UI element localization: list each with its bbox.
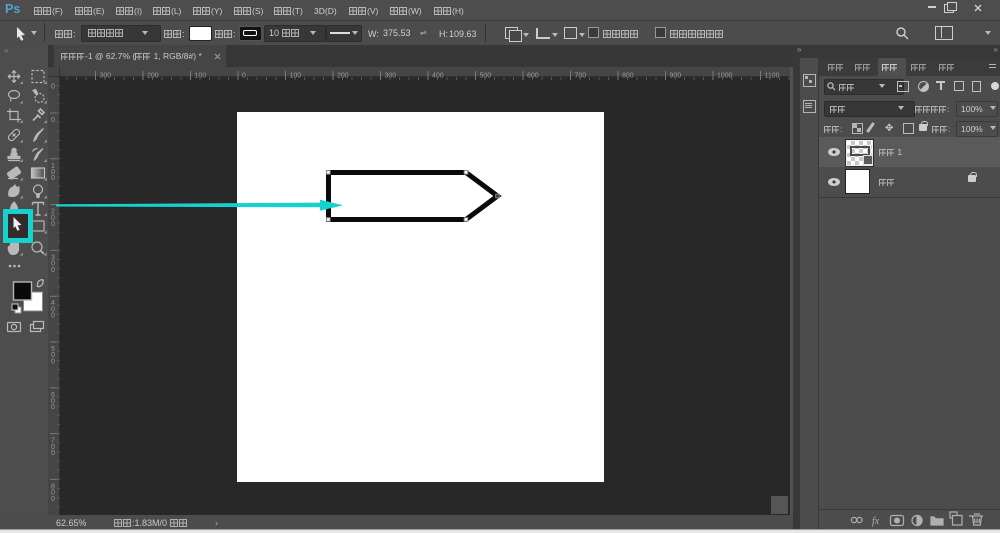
svg-text:fx: fx [872,516,880,527]
